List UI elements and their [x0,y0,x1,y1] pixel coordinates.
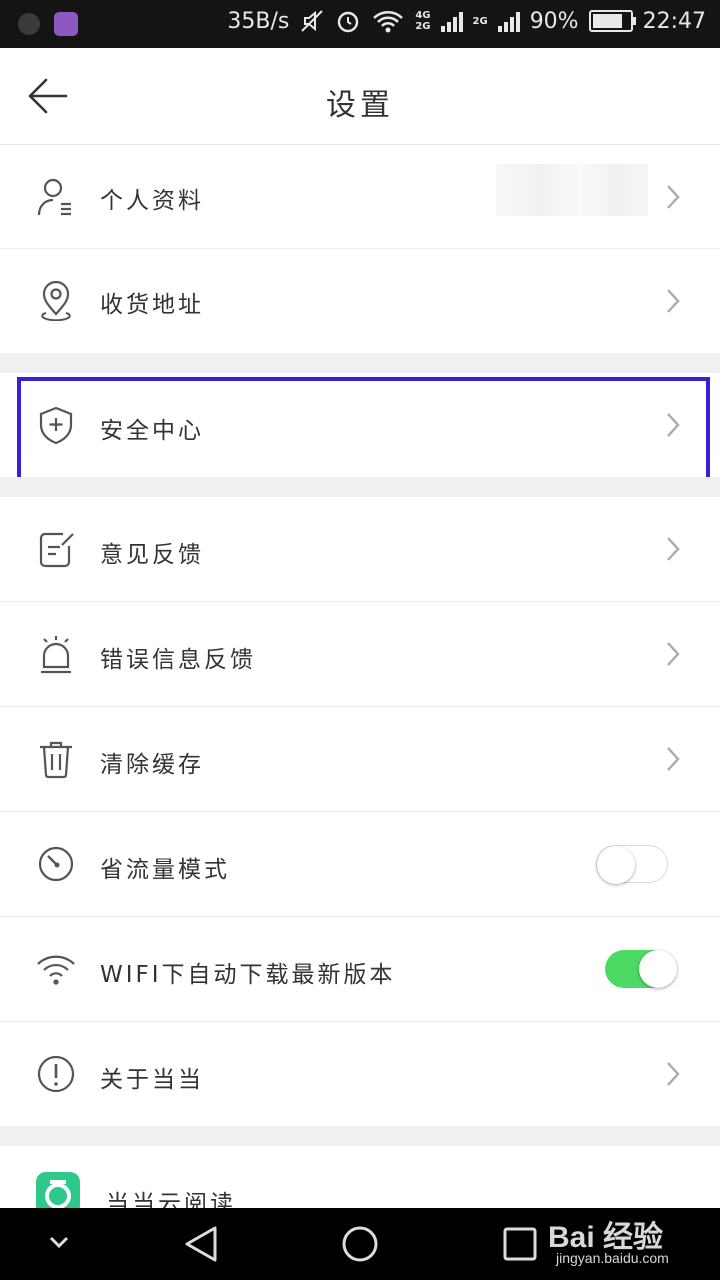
note-edit-icon [39,532,74,568]
chevron-right-icon [667,289,680,313]
nav-recents-icon[interactable] [502,1226,538,1262]
alarm-icon [338,11,359,33]
title-bar: 设置 [0,48,720,145]
alarm-light-icon [41,636,71,674]
settings-item-error-report[interactable]: 错误信息反馈 [0,602,720,707]
settings-item-address[interactable]: 收货地址 [0,249,720,353]
chevron-right-icon [667,747,680,771]
highlight-box [17,377,710,481]
location-pin-icon [41,281,71,321]
wifi-autodownload-toggle[interactable] [605,950,677,988]
clock: 22:47 [642,8,706,34]
gauge-icon [38,846,74,882]
status-bar: 35B/s 4G 2G 2G 90% 22:47 [0,0,720,48]
battery-percent: 90% [529,8,579,34]
settings-item-label: 个人资料 [100,188,204,214]
settings-item-about[interactable]: 关于当当 [0,1022,720,1126]
chevron-down-icon[interactable] [48,1234,70,1250]
network-type-badge: 4G 2G [415,10,431,32]
section-gap [0,353,720,373]
settings-item-label: 清除缓存 [100,752,204,778]
section-gap [0,477,720,497]
info-exclamation-icon [37,1055,75,1093]
settings-item-label: 错误信息反馈 [100,647,256,673]
settings-item-feedback[interactable]: 意见反馈 [0,497,720,602]
settings-item-label: 收货地址 [100,292,204,318]
signal-strength-2-icon [497,10,520,32]
battery-icon [588,10,636,32]
mute-icon [301,10,324,32]
gallery-notification-icon [54,12,78,36]
settings-item-data-saver: 省流量模式 [0,812,720,917]
settings-item-wifi-autodownload: WIFI下自动下载最新版本 [0,917,720,1022]
settings-item-label: 当当云阅读 [106,1191,236,1208]
chevron-right-icon [667,642,680,666]
trash-icon [40,741,72,779]
nav-back-icon[interactable] [182,1224,220,1264]
chevron-right-icon [667,537,680,561]
nav-home-icon[interactable] [340,1224,380,1264]
chevron-right-icon [667,185,680,209]
notification-app-icon [18,13,40,35]
signal-strength-icon [440,10,463,32]
wifi-icon [37,955,75,985]
settings-item-label: 关于当当 [100,1067,204,1093]
settings-item-label: WIFI下自动下载最新版本 [100,962,396,988]
wifi-status-icon [373,11,404,33]
person-icon [37,178,71,216]
network-type-2: 2G [472,15,488,27]
settings-item-label: 省流量模式 [100,857,230,883]
data-saver-toggle[interactable] [596,845,668,884]
section-gap [0,1126,720,1146]
chevron-right-icon [667,1062,680,1086]
profile-value-blurred [496,164,648,216]
baidu-watermark-url: jingyan.baidu.com [556,1250,669,1266]
page-title: 设置 [326,88,394,123]
settings-item-clear-cache[interactable]: 清除缓存 [0,707,720,812]
settings-item-cloud-reading[interactable]: 当当云阅读 [0,1146,720,1208]
net-speed: 35B/s [227,8,290,34]
settings-item-label: 意见反馈 [100,542,204,568]
